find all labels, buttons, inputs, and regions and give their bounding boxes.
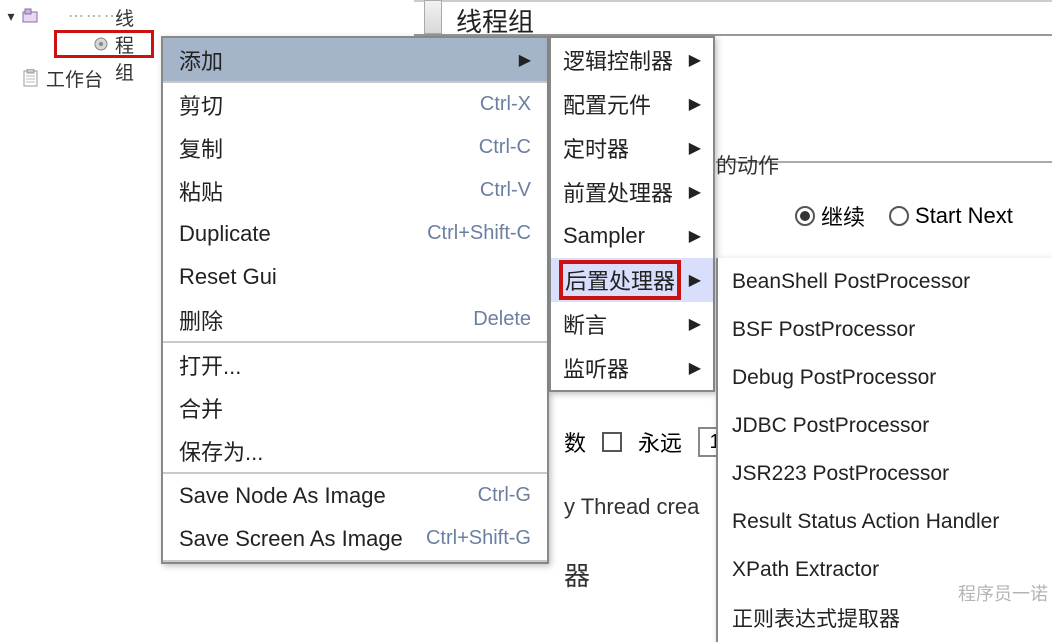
chevron-right-icon: ▶ — [689, 226, 701, 246]
count-label: 数 — [564, 426, 586, 458]
clipboard-icon — [20, 69, 42, 87]
panel-title: 线程组 — [456, 2, 534, 39]
gear-icon — [93, 35, 111, 53]
tree-thread-group[interactable]: 线程组 — [54, 30, 154, 58]
submenu-listener[interactable]: 监听器▶ — [551, 346, 713, 390]
menu-cut[interactable]: 剪切Ctrl-X — [163, 83, 547, 126]
chevron-right-icon: ▶ — [689, 138, 701, 158]
context-menu: 添加 ▶ 剪切Ctrl-X 复制Ctrl-C 粘贴Ctrl-V Duplicat… — [161, 36, 549, 564]
chevron-right-icon: ▶ — [689, 50, 701, 70]
tree-root-label: ⋯⋯⋯ — [46, 6, 122, 26]
collapse-icon[interactable]: ▾ — [2, 8, 20, 25]
chevron-right-icon: ▶ — [689, 358, 701, 378]
radio-icon — [795, 206, 815, 226]
loop-count-row: 数 永远 — [564, 426, 732, 458]
thread-create-text: y Thread crea — [564, 494, 699, 520]
chevron-right-icon: ▶ — [689, 94, 701, 114]
qi-label: 器 — [564, 556, 590, 593]
menu-saveas[interactable]: 保存为... — [163, 429, 547, 472]
submenu-config-element[interactable]: 配置元件▶ — [551, 82, 713, 126]
menu3-item[interactable]: BeanShell PostProcessor — [718, 258, 1052, 306]
watermark: 程序员一诺 — [958, 580, 1048, 606]
chevron-right-icon: ▶ — [689, 314, 701, 334]
forever-checkbox[interactable] — [602, 432, 622, 452]
submenu-logic-controller[interactable]: 逻辑控制器▶ — [551, 38, 713, 82]
forever-label: 永远 — [638, 426, 682, 458]
submenu-sampler[interactable]: Sampler▶ — [551, 214, 713, 258]
submenu-pre-processor[interactable]: 前置处理器▶ — [551, 170, 713, 214]
panel-grip[interactable] — [424, 0, 442, 34]
add-submenu: 逻辑控制器▶ 配置元件▶ 定时器▶ 前置处理器▶ Sampler▶ 后置处理器▶… — [549, 36, 715, 392]
menu-delete[interactable]: 删除Delete — [163, 298, 547, 341]
fieldset-legend: 的动作 — [716, 150, 779, 180]
menu-duplicate[interactable]: DuplicateCtrl+Shift-C — [163, 212, 547, 255]
menu-separator — [163, 560, 547, 562]
tree-workbench-label: 工作台 — [46, 65, 103, 92]
menu-paste[interactable]: 粘贴Ctrl-V — [163, 169, 547, 212]
tree-panel: ▾ ⋯⋯⋯ 线程组 工作台 — [0, 0, 160, 92]
submenu-assertion[interactable]: 断言▶ — [551, 302, 713, 346]
submenu-timer[interactable]: 定时器▶ — [551, 126, 713, 170]
radio-row: 继续 Start Next — [795, 200, 1013, 232]
radio-icon — [889, 206, 909, 226]
tree-thread-group-label: 线程组 — [115, 4, 149, 85]
menu3-item[interactable]: JDBC PostProcessor — [718, 402, 1052, 450]
menu-save-screen-image[interactable]: Save Screen As ImageCtrl+Shift-G — [163, 517, 547, 560]
menu3-item[interactable]: Debug PostProcessor — [718, 354, 1052, 402]
plan-icon — [20, 7, 42, 25]
menu3-item[interactable]: BSF PostProcessor — [718, 306, 1052, 354]
menu3-item[interactable]: JSR223 PostProcessor — [718, 450, 1052, 498]
chevron-right-icon: ▶ — [689, 270, 701, 290]
menu-copy[interactable]: 复制Ctrl-C — [163, 126, 547, 169]
menu-save-node-image[interactable]: Save Node As ImageCtrl-G — [163, 474, 547, 517]
radio-continue[interactable]: 继续 — [795, 200, 865, 232]
radio-startnext[interactable]: Start Next — [889, 203, 1013, 229]
menu-add[interactable]: 添加 ▶ — [163, 38, 547, 81]
menu3-item[interactable]: Result Status Action Handler — [718, 498, 1052, 546]
menu-reset-gui[interactable]: Reset Gui — [163, 255, 547, 298]
submenu-post-processor[interactable]: 后置处理器▶ — [551, 258, 713, 302]
menu-merge[interactable]: 合并 — [163, 386, 547, 429]
chevron-right-icon: ▶ — [689, 182, 701, 202]
chevron-right-icon: ▶ — [519, 50, 531, 70]
menu-open[interactable]: 打开... — [163, 343, 547, 386]
